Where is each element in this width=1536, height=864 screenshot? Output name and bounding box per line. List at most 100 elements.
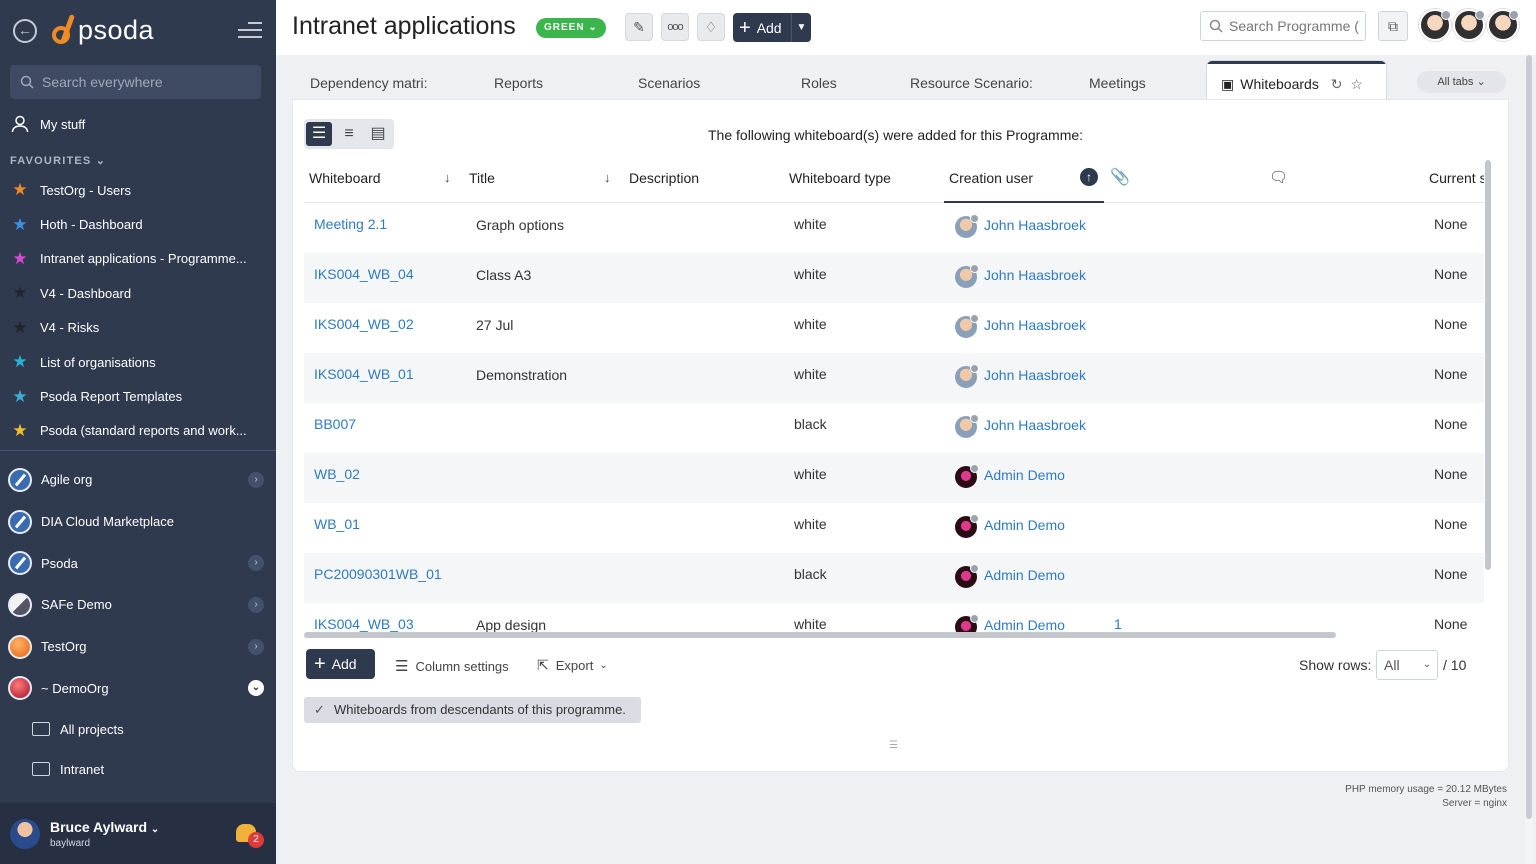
organisation-item[interactable]: TestOrg › — [8, 626, 270, 668]
add-whiteboard-button[interactable]: + Add — [306, 649, 375, 679]
whiteboard-link[interactable]: IKS004_WB_04 — [314, 266, 414, 282]
tab-dependency-matrix[interactable]: Dependency matri: — [310, 75, 432, 91]
menu-collapse-icon[interactable] — [238, 22, 262, 40]
descendants-filter-chip[interactable]: ✓ Whiteboards from descendants of this p… — [304, 697, 641, 723]
table-row[interactable]: Meeting 2.1 Graph options white John Haasbr… — [304, 203, 1484, 253]
organisation-item[interactable]: Agile org › — [8, 459, 270, 501]
organisation-item[interactable]: Psoda › — [8, 542, 270, 584]
column-whiteboard[interactable]: Whiteboard — [309, 170, 381, 186]
creator-avatar[interactable] — [955, 464, 979, 488]
favourite-item[interactable]: ★ Hoth - Dashboard — [10, 207, 266, 241]
refresh-icon[interactable]: ↻ — [1331, 76, 1343, 92]
creator-link[interactable]: John Haasbroek — [984, 417, 1086, 433]
list-view-comfortable-icon[interactable]: ☰ — [306, 122, 332, 146]
sort-up-icon[interactable]: ↑ — [1080, 168, 1098, 186]
favourite-item[interactable]: ★ V4 - Risks — [10, 311, 266, 345]
more-options-icon[interactable]: ooo — [661, 13, 689, 41]
creator-avatar[interactable] — [955, 414, 979, 438]
whiteboard-link[interactable]: IKS004_WB_02 — [314, 316, 414, 332]
chevron-right-icon[interactable]: › — [248, 471, 264, 488]
favourite-item[interactable]: ★ List of organisations — [10, 345, 266, 379]
table-row[interactable]: IKS004_WB_04 Class A3 white John Haasbroek N… — [304, 253, 1484, 303]
open-external-icon[interactable]: ⧉ — [1378, 11, 1408, 41]
tab-whiteboards[interactable]: ▣ Whiteboards ↻ ☆ — [1206, 60, 1387, 100]
search-everywhere-input[interactable] — [42, 74, 242, 90]
user-panel[interactable]: Bruce Aylward ⌄ baylward 2 — [0, 803, 276, 864]
creator-link[interactable]: John Haasbroek — [984, 317, 1086, 333]
list-view-dense-icon[interactable]: ▤ — [365, 122, 391, 146]
whiteboard-link[interactable]: IKS004_WB_01 — [314, 366, 414, 382]
creator-link[interactable]: Admin Demo — [984, 567, 1065, 583]
favourites-header[interactable]: FAVOURITES ⌄ — [10, 154, 106, 167]
resize-grip-icon[interactable]: ☰ — [889, 740, 898, 751]
attachment-count[interactable]: 1 — [1114, 616, 1122, 632]
table-row[interactable]: IKS004_WB_02 27 Jul white John Haasbroek Non… — [304, 303, 1484, 353]
table-row[interactable]: WB_01 white Admin Demo None — [304, 503, 1484, 553]
horizontal-scrollbar[interactable] — [304, 632, 1336, 638]
tab-meetings[interactable]: Meetings — [1089, 75, 1146, 91]
creator-avatar[interactable] — [955, 514, 979, 538]
organisation-sub-item[interactable]: All projects — [8, 709, 270, 749]
page-scrollbar[interactable] — [1525, 55, 1533, 864]
creator-avatar[interactable] — [955, 564, 979, 588]
favourite-item[interactable]: ★ V4 - Dashboard — [10, 276, 266, 310]
column-creation-user[interactable]: Creation user — [949, 170, 1033, 186]
whiteboard-link[interactable]: PC20090301WB_01 — [314, 566, 442, 582]
tab-resource-scenarios[interactable]: Resource Scenario: — [910, 75, 1032, 91]
team-avatar[interactable] — [1453, 9, 1485, 41]
tab-reports[interactable]: Reports — [494, 75, 543, 91]
star-icon[interactable]: ☆ — [1350, 76, 1363, 92]
organisation-item[interactable]: DIA Cloud Marketplace — [8, 501, 270, 543]
table-row[interactable]: WB_02 white Admin Demo None — [304, 453, 1484, 503]
table-row[interactable]: IKS004_WB_03 App design white Admin Demo 1 No… — [304, 603, 1484, 635]
sidebar-search[interactable] — [10, 65, 261, 99]
header-add-button[interactable]: + Add ▼ — [733, 13, 811, 42]
creator-avatar[interactable] — [955, 314, 979, 338]
all-tabs-dropdown[interactable]: All tabs ⌄ — [1417, 71, 1506, 93]
creator-link[interactable]: Admin Demo — [984, 467, 1065, 483]
team-avatar[interactable] — [1419, 9, 1451, 41]
psoda-logo[interactable]: psoda — [52, 12, 154, 48]
table-row[interactable]: PC20090301WB_01 black Admin Demo None — [304, 553, 1484, 603]
status-badge[interactable]: GREEN ⌄ — [536, 18, 606, 38]
whiteboard-link[interactable]: BB007 — [314, 416, 356, 432]
chevron-right-icon[interactable]: › — [248, 596, 264, 613]
favourite-item[interactable]: ★ Intranet applications - Programme... — [10, 242, 266, 276]
show-rows-select[interactable]: All ⌄ — [1376, 650, 1438, 680]
column-title[interactable]: Title — [469, 170, 495, 186]
back-arrow-icon[interactable]: ← — [13, 19, 37, 43]
table-row[interactable]: IKS004_WB_01 Demonstration white John Haasb… — [304, 353, 1484, 403]
programme-search[interactable] — [1200, 11, 1366, 41]
tab-roles[interactable]: Roles — [801, 75, 837, 91]
whiteboard-link[interactable]: WB_01 — [314, 516, 360, 532]
whiteboard-link[interactable]: IKS004_WB_03 — [314, 616, 414, 632]
page-scrollbar-thumb[interactable] — [1526, 55, 1532, 819]
creator-link[interactable]: John Haasbroek — [984, 217, 1086, 233]
organisation-item[interactable]: SAFe Demo › — [8, 584, 270, 626]
chevron-right-icon[interactable]: › — [248, 638, 264, 655]
column-settings-button[interactable]: ☰ Column settings — [395, 657, 509, 675]
organisation-item[interactable]: ~ DemoOrg ⌄ — [8, 667, 270, 709]
chevron-down-icon[interactable]: ⌄ — [248, 680, 264, 697]
user-name[interactable]: Bruce Aylward ⌄ — [50, 819, 159, 835]
whiteboard-link[interactable]: Meeting 2.1 — [314, 216, 387, 232]
tab-scenarios[interactable]: Scenarios — [638, 75, 700, 91]
sort-down-icon[interactable]: ↓ — [604, 170, 611, 185]
creator-avatar[interactable] — [955, 364, 979, 388]
creator-link[interactable]: John Haasbroek — [984, 367, 1086, 383]
edit-pencil-icon[interactable]: ✎ — [625, 13, 653, 41]
my-stuff-link[interactable]: My stuff — [10, 114, 85, 134]
programme-search-input[interactable] — [1229, 18, 1359, 34]
organisation-sub-item[interactable]: Intranet — [8, 749, 270, 789]
column-description[interactable]: Description — [629, 170, 699, 186]
list-view-compact-icon[interactable]: ≡ — [336, 122, 362, 146]
creator-link[interactable]: Admin Demo — [984, 617, 1065, 633]
attachment-paperclip-icon[interactable]: 📎 — [1110, 167, 1130, 187]
creator-link[interactable]: John Haasbroek — [984, 267, 1086, 283]
column-whiteboard-type[interactable]: Whiteboard type — [789, 170, 891, 186]
column-current-status[interactable]: Current s — [1429, 170, 1484, 186]
creator-avatar[interactable] — [955, 214, 979, 238]
user-avatar[interactable] — [10, 818, 40, 849]
chevron-down-icon[interactable]: ▼ — [791, 13, 811, 42]
creator-avatar[interactable] — [955, 264, 979, 288]
